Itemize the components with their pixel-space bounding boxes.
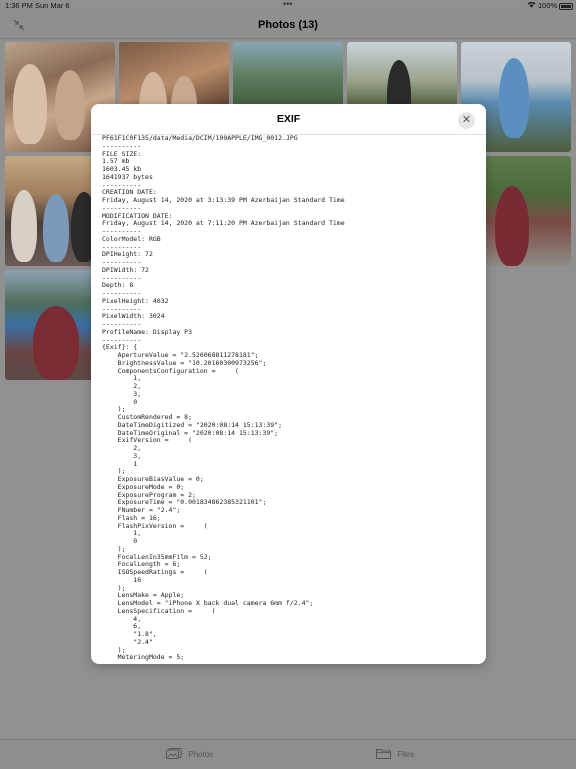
nav-bar: Photos (13)	[0, 12, 576, 39]
photos-icon	[166, 748, 182, 761]
folder-icon	[376, 748, 391, 761]
multitasking-dots-icon[interactable]: •••	[283, 0, 292, 9]
tab-files-label: Files	[397, 750, 415, 759]
wifi-icon	[527, 1, 536, 10]
battery-percent: 100%	[538, 1, 558, 10]
tab-files[interactable]: Files	[376, 748, 414, 761]
tab-photos[interactable]: Photos	[166, 748, 213, 761]
status-time: 1:36 PM	[5, 1, 33, 10]
app-screen: 1:36 PM Sun Mar 6 ••• 100% Photos (13) P…	[0, 0, 576, 769]
status-date: Sun Mar 6	[35, 1, 70, 10]
exif-modal: EXIF ✕ PF61F1C0F135/data/Media/DCIM/100A…	[91, 104, 486, 664]
modal-header: EXIF ✕	[91, 104, 486, 135]
exif-text-view[interactable]: PF61F1C0F135/data/Media/DCIM/100APPLE/IM…	[102, 135, 482, 662]
battery-icon	[559, 3, 573, 10]
modal-title: EXIF	[276, 113, 301, 125]
close-icon: ✕	[461, 114, 472, 126]
tab-photos-label: Photos	[188, 750, 214, 759]
tab-bar: Photos Files	[0, 739, 576, 769]
page-title: Photos (13)	[258, 19, 318, 31]
status-bar: 1:36 PM Sun Mar 6 ••• 100%	[0, 0, 576, 12]
close-button[interactable]: ✕	[458, 112, 475, 129]
